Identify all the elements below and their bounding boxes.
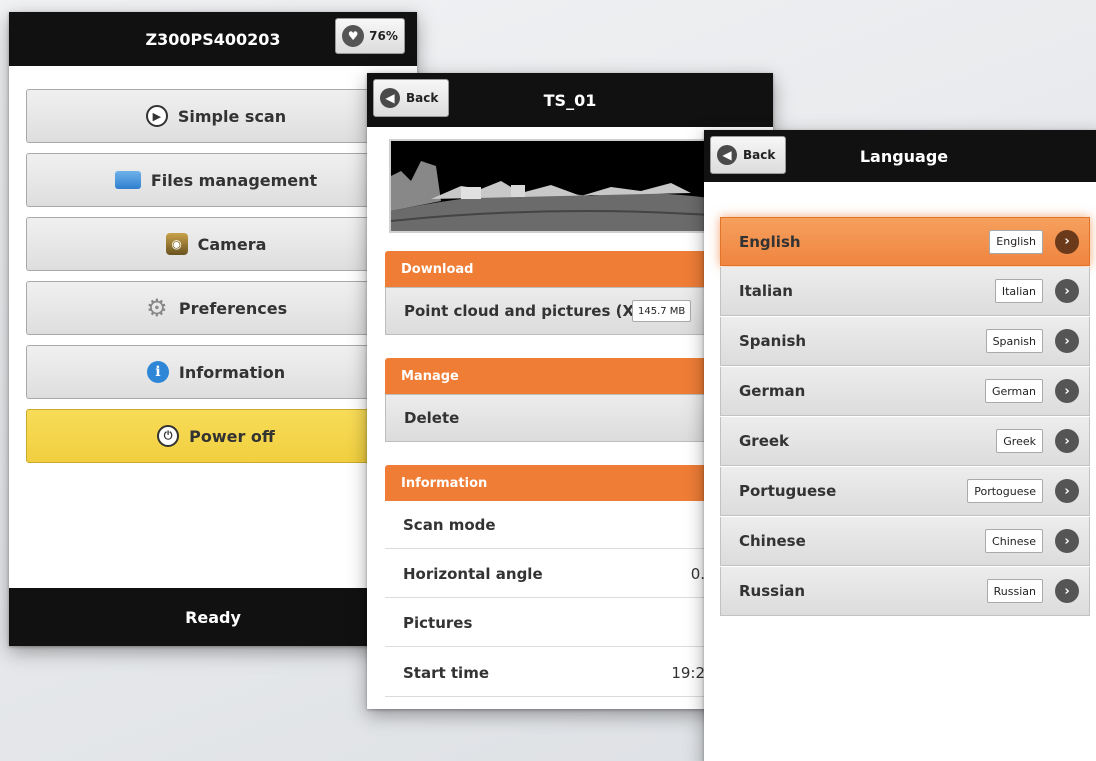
chevron-right-icon: › [1055,279,1079,303]
simple-scan-label: Simple scan [177,106,287,126]
language-chip: German [984,379,1043,403]
language-row-portuguese[interactable]: Portuguese Portoguese › [720,467,1090,516]
language-label: Chinese [739,532,806,550]
files-management-button[interactable]: Files management [26,153,406,207]
language-label: Portuguese [739,482,837,500]
language-label: Greek [739,432,790,450]
language-row-greek[interactable]: Greek Greek › [720,417,1090,466]
horizontal-angle-label: Horizontal angle [403,564,543,583]
camera-icon: ◉ [165,233,188,255]
language-chip: Portoguese [967,479,1043,503]
language-chip: English [989,229,1043,254]
simple-scan-button[interactable]: ▶ Simple scan [26,89,406,143]
download-row-label: Point cloud and pictures (X [404,302,635,320]
chevron-right-icon: › [1055,529,1079,553]
play-circle-icon: ▶ [145,105,168,127]
scan-mode-label: Scan mode [403,515,496,534]
chevron-right-icon: › [1055,479,1079,503]
main-menu-screen: Z300PS400203 ♥ 76% ▶ Simple scan Files m… [9,12,417,646]
language-label: English [739,232,801,251]
language-row-chinese[interactable]: Chinese Chinese › [720,517,1090,566]
camera-button[interactable]: ◉ Camera [26,217,406,271]
power-off-button[interactable]: ⏻ Power off [26,409,406,463]
delete-label: Delete [404,409,460,427]
start-time-label: Start time [403,663,490,682]
information-head-label: Information [401,475,488,491]
download-head-label: Download [401,261,474,277]
language-chip: Spanish [985,329,1043,353]
back-label: Back [743,148,776,162]
top-bar: Z300PS400203 ♥ 76% [9,12,417,66]
back-label: Back [406,91,439,105]
language-row-english[interactable]: English English › [720,217,1090,266]
information-label: Information [178,362,286,382]
preferences-label: Preferences [178,298,288,318]
language-label: Russian [739,582,806,600]
back-arrow-icon: ◀ [717,145,737,165]
printer-icon [114,171,141,189]
language-label: Italian [739,282,793,300]
language-row-spanish[interactable]: Spanish Spanish › [720,317,1090,366]
battery-level: 76% [369,29,398,43]
files-management-label: Files management [150,170,318,190]
information-button[interactable]: i Information [26,345,406,399]
start-time-value: 19:2 [671,663,705,682]
language-row-german[interactable]: German German › [720,367,1090,416]
info-icon: i [146,361,169,383]
status-bar: Ready [9,588,417,646]
camera-label: Camera [197,234,267,254]
top-bar: ◀ Back TS_01 [367,73,773,127]
power-off-label: Power off [189,426,275,446]
back-arrow-icon: ◀ [380,88,400,108]
language-chip: Italian [994,279,1043,303]
preferences-button[interactable]: ⚙ Preferences [26,281,406,335]
top-bar: ◀ Back Language [704,130,1096,182]
file-size-badge: 145.7 MB [632,300,692,322]
battery-indicator[interactable]: ♥ 76% [335,18,405,54]
language-row-italian[interactable]: Italian Italian › [720,267,1090,316]
horizontal-angle-value: 0. [690,564,705,583]
chevron-right-icon: › [1055,229,1079,254]
language-title: Language [859,146,949,166]
language-chip: Greek [996,429,1043,453]
language-label: German [739,382,806,400]
heart-icon: ♥ [342,25,365,47]
language-chip: Russian [986,579,1043,603]
chevron-right-icon: › [1055,579,1079,603]
language-chip: Chinese [985,529,1043,553]
chevron-right-icon: › [1055,329,1079,353]
language-row-russian[interactable]: Russian Russian › [720,567,1090,616]
status-text: Ready [185,607,241,627]
back-button[interactable]: ◀ Back [710,136,786,174]
device-title: Z300PS400203 [145,29,281,49]
gear-icon: ⚙ [146,294,168,322]
scan-title: TS_01 [543,90,597,110]
chevron-right-icon: › [1055,429,1079,453]
language-screen: ◀ Back Language English English › Italia… [704,130,1096,761]
language-label: Spanish [739,332,807,350]
pictures-label: Pictures [403,613,473,632]
power-icon: ⏻ [157,425,180,447]
back-button[interactable]: ◀ Back [373,79,449,117]
manage-head-label: Manage [401,368,459,384]
chevron-right-icon: › [1055,379,1079,403]
